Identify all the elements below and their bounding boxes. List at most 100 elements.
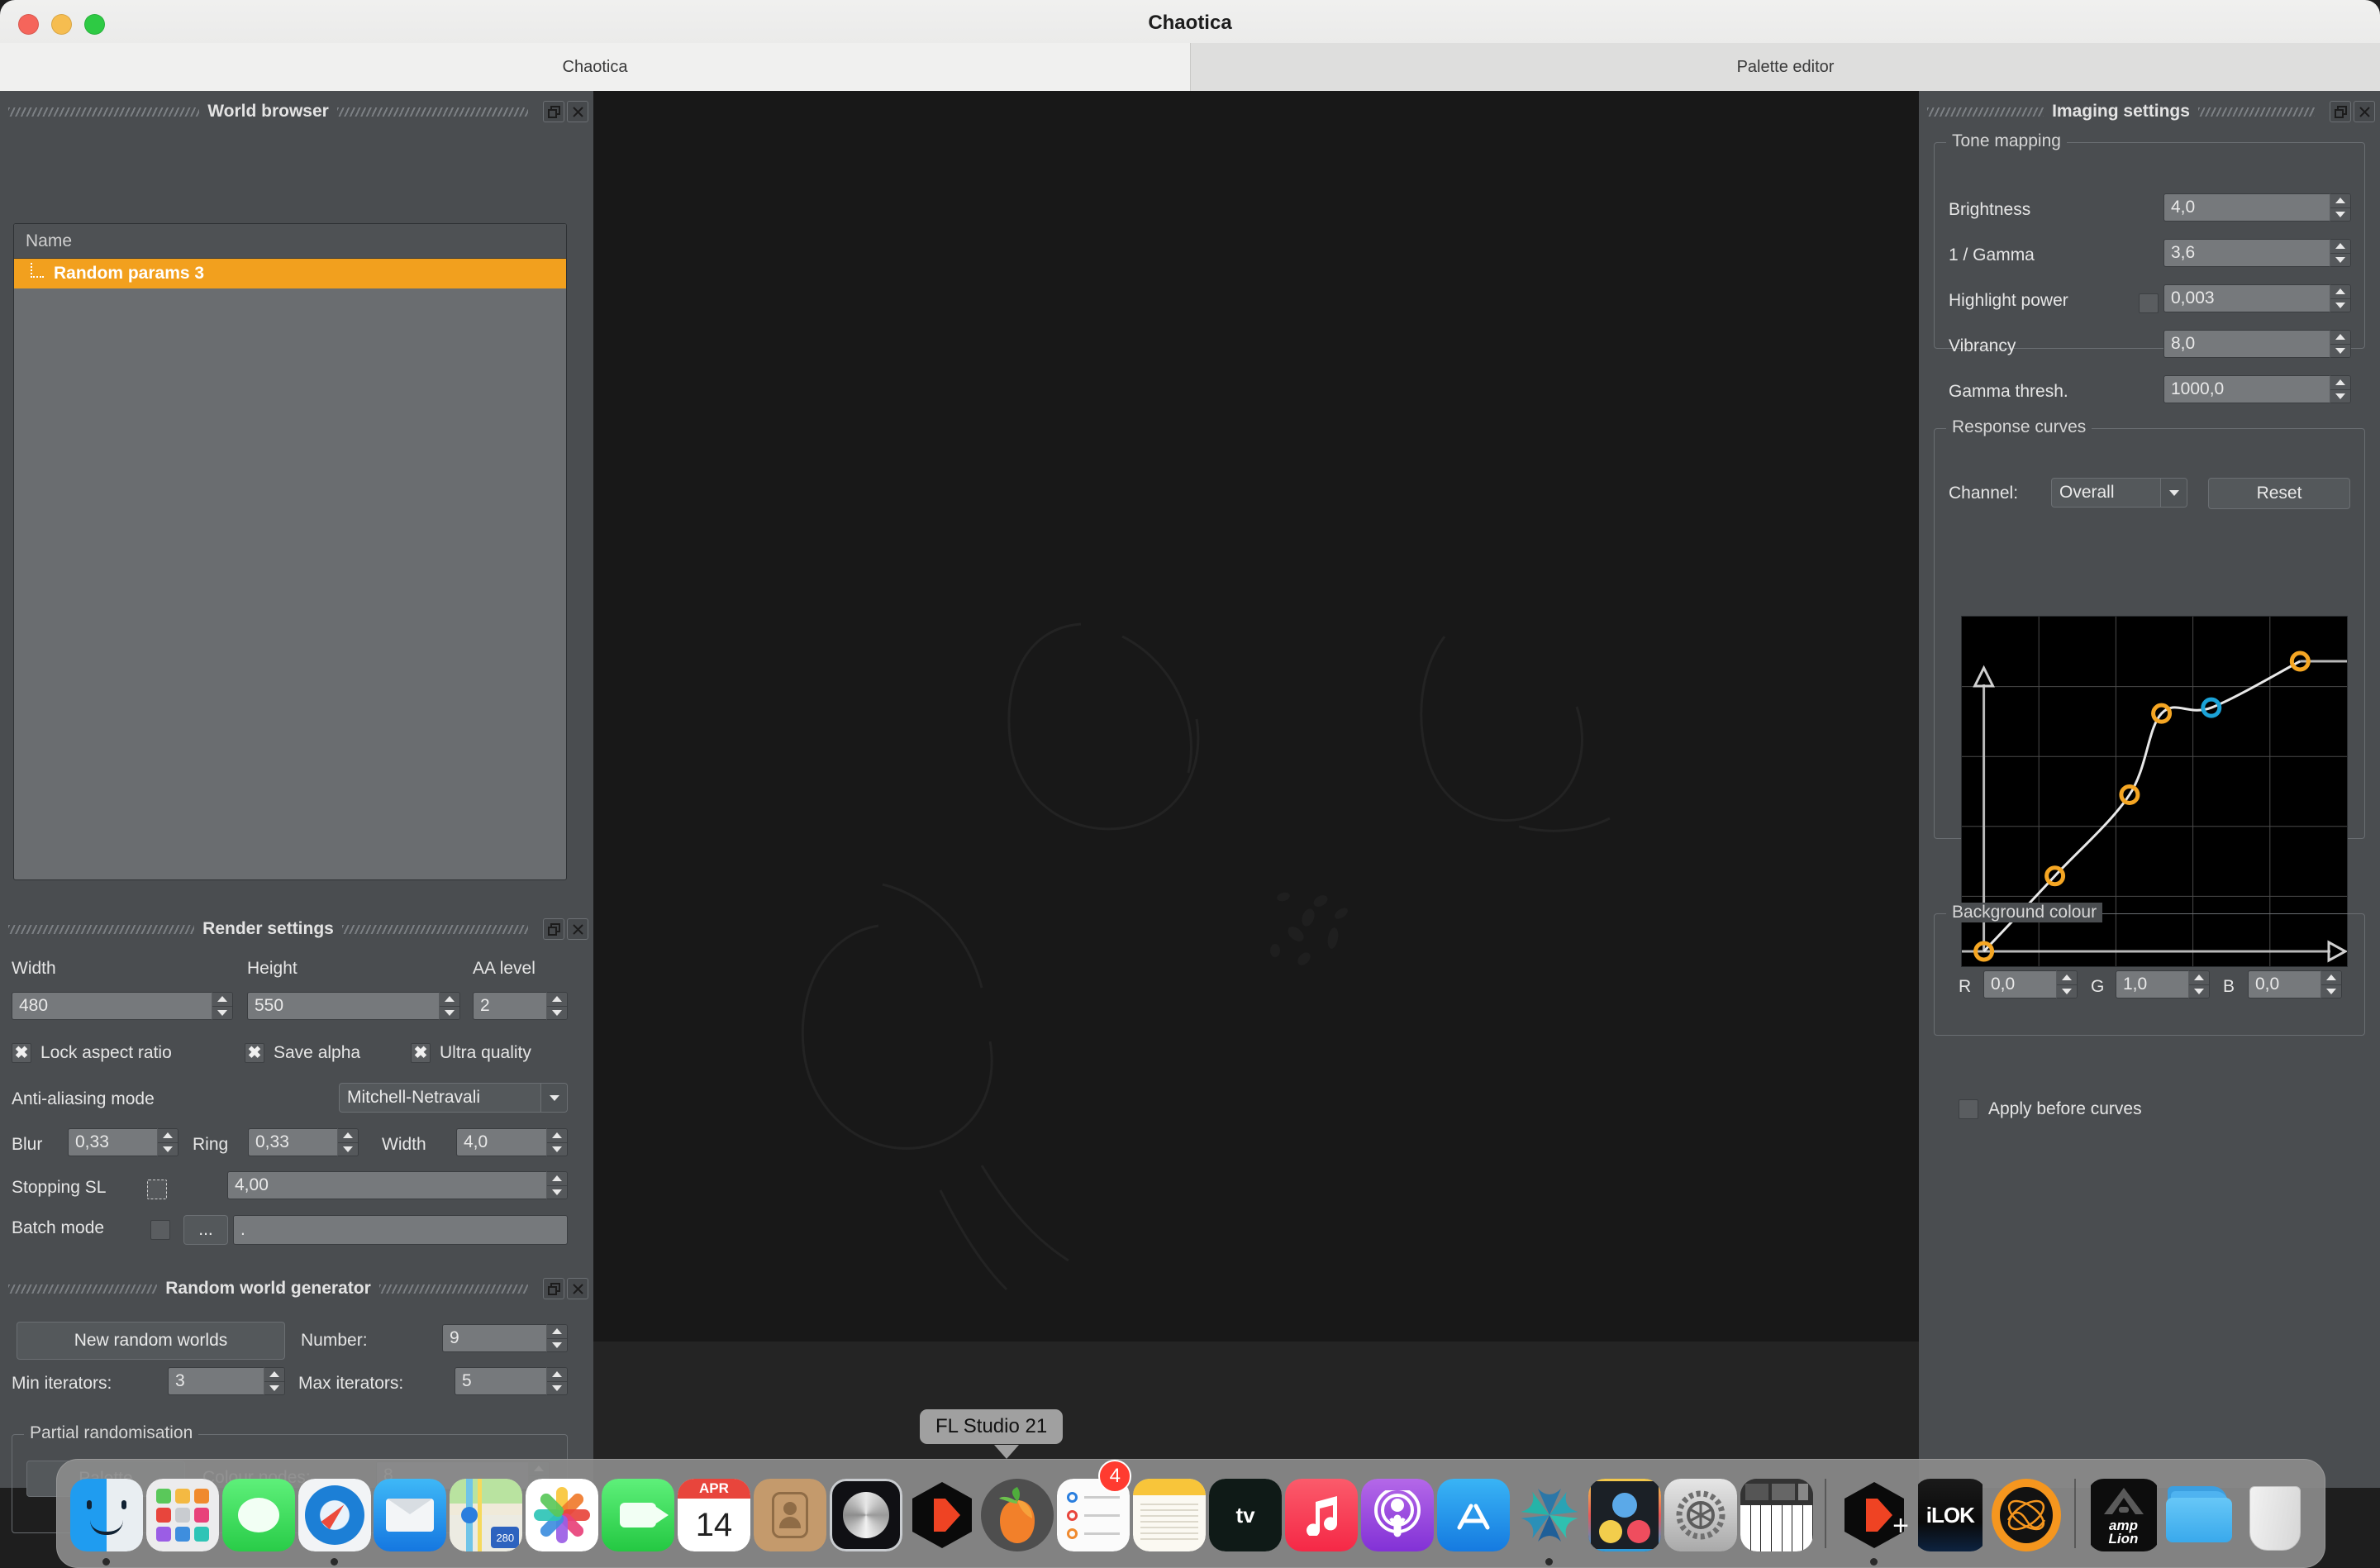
width-stepper[interactable]: 480	[12, 992, 233, 1020]
system-settings-icon[interactable]	[1664, 1479, 1738, 1551]
height-stepper[interactable]: 550	[247, 992, 460, 1020]
world-browser-list[interactable]: Name Random params 3	[13, 223, 567, 880]
photos-icon[interactable]	[526, 1479, 599, 1551]
render-viewport[interactable]	[593, 91, 1919, 1342]
bg-b-decrement-button[interactable]	[2321, 984, 2341, 998]
dock-item-fl-studio[interactable]	[980, 1461, 1056, 1566]
stopping-sl-checkbox[interactable]	[147, 1180, 167, 1199]
gamma-input[interactable]: 3,6	[2163, 239, 2330, 267]
aa-level-increment-button[interactable]	[547, 993, 567, 1007]
dock-item-trash[interactable]	[2237, 1461, 2313, 1566]
launchpad-icon[interactable]	[145, 1479, 219, 1551]
stopping-sl-decrement-button[interactable]	[547, 1185, 567, 1199]
bg-g-increment-button[interactable]	[2189, 971, 2209, 985]
gamma-stepper[interactable]: 3,6	[2163, 239, 2351, 267]
batch-path-input[interactable]: .	[233, 1215, 568, 1245]
bg-g-input[interactable]: 1,0	[2116, 970, 2188, 998]
safari-icon[interactable]	[298, 1479, 371, 1551]
vibrancy-decrement-button[interactable]	[2330, 344, 2350, 357]
aa-level-stepper[interactable]: 2	[473, 992, 568, 1020]
close-panel-icon[interactable]	[2354, 101, 2376, 122]
bg-r-input[interactable]: 0,0	[1983, 970, 2056, 998]
dock-item-reminders[interactable]: 4	[1055, 1460, 1132, 1566]
apple-tv-icon[interactable]: tv	[1209, 1479, 1283, 1551]
stopping-sl-increment-button[interactable]	[547, 1172, 567, 1186]
height-increment-button[interactable]	[440, 993, 459, 1007]
dock-item-ilok[interactable]: iLOK	[1912, 1461, 1988, 1566]
tab-palette-editor[interactable]: Palette editor	[1190, 43, 2380, 91]
panel-drag-grip-icon[interactable]	[8, 1284, 158, 1294]
vibrancy-stepper[interactable]: 8,0	[2163, 330, 2351, 358]
dock-item-davinci-resolve[interactable]	[1587, 1461, 1664, 1566]
bg-b-stepper[interactable]: 0,0	[2248, 970, 2342, 998]
width-input[interactable]: 480	[12, 992, 212, 1020]
close-panel-icon[interactable]	[567, 101, 589, 122]
filter-width-input[interactable]: 4,0	[456, 1128, 546, 1156]
bg-g-decrement-button[interactable]	[2189, 984, 2209, 998]
bg-r-increment-button[interactable]	[2057, 971, 2077, 985]
max-iterators-input[interactable]: 5	[455, 1367, 546, 1395]
width-increment-button[interactable]	[212, 993, 232, 1007]
min-iterators-stepper[interactable]: 3	[168, 1367, 285, 1395]
batch-mode-checkbox[interactable]	[150, 1220, 170, 1240]
stopping-sl-input[interactable]: 4,00	[227, 1171, 546, 1199]
cinema-4d-plus-icon[interactable]: +	[1838, 1479, 1911, 1551]
aa-level-decrement-button[interactable]	[547, 1006, 567, 1019]
float-panel-icon[interactable]	[543, 918, 565, 940]
new-random-worlds-button[interactable]: New random worlds	[17, 1322, 285, 1360]
dock-item-calendar[interactable]: APR 14	[676, 1461, 752, 1566]
highlight-power-input[interactable]: 0,003	[2163, 284, 2330, 312]
float-panel-icon[interactable]	[543, 1278, 564, 1299]
ring-increment-button[interactable]	[338, 1129, 358, 1143]
number-decrement-button[interactable]	[547, 1338, 567, 1351]
ring-input[interactable]: 0,33	[248, 1128, 337, 1156]
facetime-icon[interactable]	[602, 1479, 675, 1551]
vibrancy-input[interactable]: 8,0	[2163, 330, 2330, 358]
dock-item-finder[interactable]	[69, 1461, 145, 1566]
panel-drag-grip-icon[interactable]	[8, 107, 200, 117]
panel-drag-grip-icon[interactable]	[1927, 107, 2044, 117]
calendar-icon[interactable]: APR 14	[677, 1479, 750, 1551]
max-iterators-stepper[interactable]: 5	[455, 1367, 568, 1395]
dock-item-system-settings[interactable]	[1663, 1461, 1739, 1566]
gamma-increment-button[interactable]	[2330, 240, 2350, 254]
gamma-thresh-input[interactable]: 1000,0	[2163, 375, 2330, 403]
dock-item-cinema-4d-plus[interactable]: +	[1836, 1461, 1912, 1566]
filter-width-increment-button[interactable]	[547, 1129, 567, 1143]
highlight-power-increment-button[interactable]	[2330, 285, 2350, 299]
number-stepper[interactable]: 9	[442, 1324, 568, 1352]
panel-drag-grip-icon[interactable]	[336, 107, 529, 117]
bg-r-decrement-button[interactable]	[2057, 984, 2077, 998]
aa-level-input[interactable]: 2	[473, 992, 546, 1020]
stopping-sl-stepper[interactable]: 4,00	[227, 1171, 568, 1199]
min-iterators-decrement-button[interactable]	[264, 1381, 284, 1394]
dock-item-apple-tv[interactable]: tv	[1207, 1461, 1283, 1566]
bg-b-input[interactable]: 0,0	[2248, 970, 2320, 998]
davinci-resolve-icon[interactable]	[1588, 1479, 1662, 1551]
brightness-increment-button[interactable]	[2330, 194, 2350, 208]
contacts-icon[interactable]	[753, 1479, 826, 1551]
world-browser-column-header[interactable]: Name	[14, 224, 566, 259]
logic-pro-icon[interactable]	[829, 1479, 902, 1551]
highlight-power-decrement-button[interactable]	[2330, 298, 2350, 312]
filter-width-stepper[interactable]: 4,0	[456, 1128, 568, 1156]
max-iterators-decrement-button[interactable]	[547, 1381, 567, 1394]
height-input[interactable]: 550	[247, 992, 439, 1020]
panel-drag-grip-icon[interactable]	[341, 924, 529, 934]
macos-dock[interactable]: 280 APR 14 4 tv + iLOK amp Lion	[56, 1459, 2325, 1568]
highlight-power-stepper[interactable]: 0,003	[2163, 284, 2351, 312]
trash-icon[interactable]	[2239, 1479, 2311, 1551]
dock-item-contacts[interactable]	[752, 1461, 828, 1566]
close-panel-icon[interactable]	[567, 918, 589, 940]
app-store-icon[interactable]	[1436, 1479, 1510, 1551]
tab-chaotica[interactable]: Chaotica	[0, 43, 1190, 91]
dock-item-podcasts[interactable]	[1359, 1461, 1435, 1566]
dock-item-messages[interactable]	[221, 1461, 297, 1566]
dock-item-mail[interactable]	[373, 1461, 449, 1566]
ring-decrement-button[interactable]	[338, 1142, 358, 1156]
dock-item-music[interactable]	[1283, 1461, 1359, 1566]
podcasts-icon[interactable]	[1360, 1479, 1434, 1551]
ultra-quality-checkbox[interactable]: ✖ Ultra quality	[411, 1043, 531, 1063]
bg-b-increment-button[interactable]	[2321, 971, 2341, 985]
gamma-decrement-button[interactable]	[2330, 253, 2350, 266]
